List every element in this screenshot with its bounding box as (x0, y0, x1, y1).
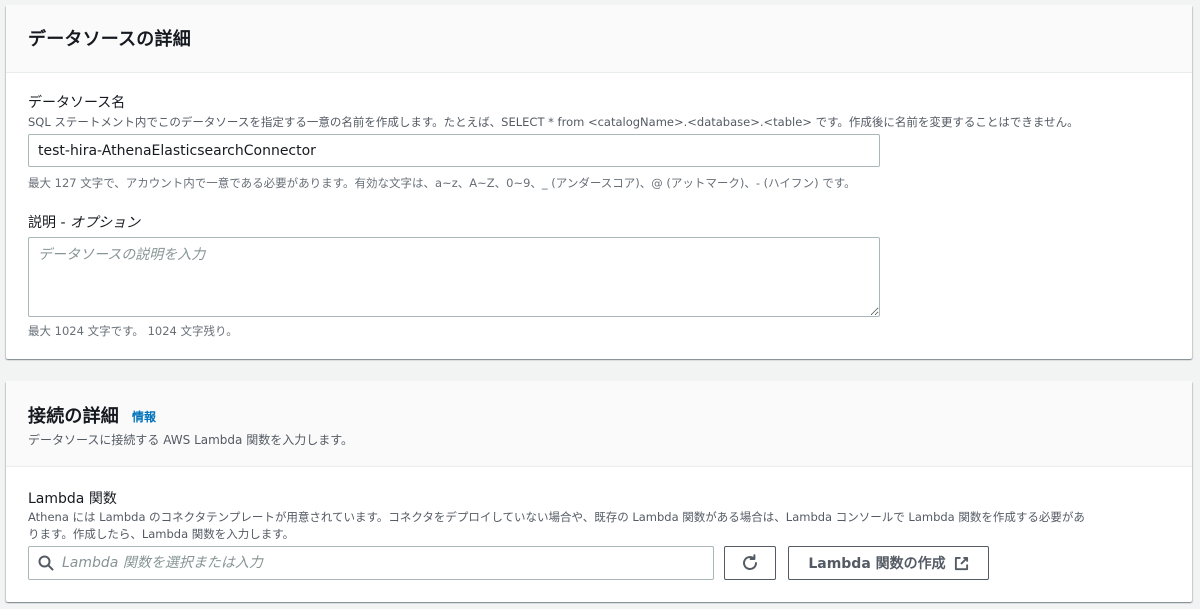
connection-details-panel: 接続の詳細 情報 データソースに接続する AWS Lambda 関数を入力します… (6, 381, 1192, 602)
description-optional-text: オプション (69, 215, 140, 231)
data-source-details-header: データソースの詳細 (6, 5, 1192, 73)
data-source-name-description: SQL ステートメント内でこのデータソースを指定する一意の名前を作成します。たと… (28, 115, 1079, 129)
lambda-function-input[interactable] (28, 546, 714, 580)
connection-details-title: 接続の詳細 (28, 406, 119, 427)
info-link[interactable]: 情報 (132, 408, 156, 425)
external-link-icon (954, 556, 969, 571)
description-label: 説明 - オプション (28, 212, 140, 232)
search-icon (38, 555, 54, 571)
data-source-name-constraint: 最大 127 文字で、アカウント内で一意である必要があります。有効な文字は、a~… (28, 176, 856, 190)
connection-details-header: 接続の詳細 情報 データソースに接続する AWS Lambda 関数を入力します… (6, 381, 1192, 467)
lambda-function-label: Lambda 関数 (28, 491, 117, 507)
refresh-button[interactable] (724, 546, 776, 580)
lambda-function-search (28, 546, 714, 580)
lambda-description-line1: Athena には Lambda のコネクタテンプレートが用意されています。コネ… (28, 510, 1085, 524)
create-lambda-function-button[interactable]: Lambda 関数の作成 (788, 546, 989, 580)
description-textarea[interactable] (28, 237, 880, 317)
lambda-description-line2: ります。作成したら、Lambda 関数を入力します。 (28, 527, 295, 541)
create-lambda-function-label: Lambda 関数の作成 (808, 556, 946, 572)
data-source-name-input[interactable] (28, 134, 880, 167)
data-source-details-title: データソースの詳細 (28, 29, 191, 50)
description-constraint: 最大 1024 文字です。 1024 文字残り。 (28, 324, 238, 338)
connection-details-subtitle: データソースに接続する AWS Lambda 関数を入力します。 (28, 433, 353, 447)
data-source-details-panel: データソースの詳細 データソース名 SQL ステートメント内でこのデータソースを… (6, 5, 1192, 359)
data-source-name-label: データソース名 (28, 95, 126, 111)
description-label-text: 説明 - (28, 215, 70, 231)
refresh-icon (741, 554, 759, 572)
